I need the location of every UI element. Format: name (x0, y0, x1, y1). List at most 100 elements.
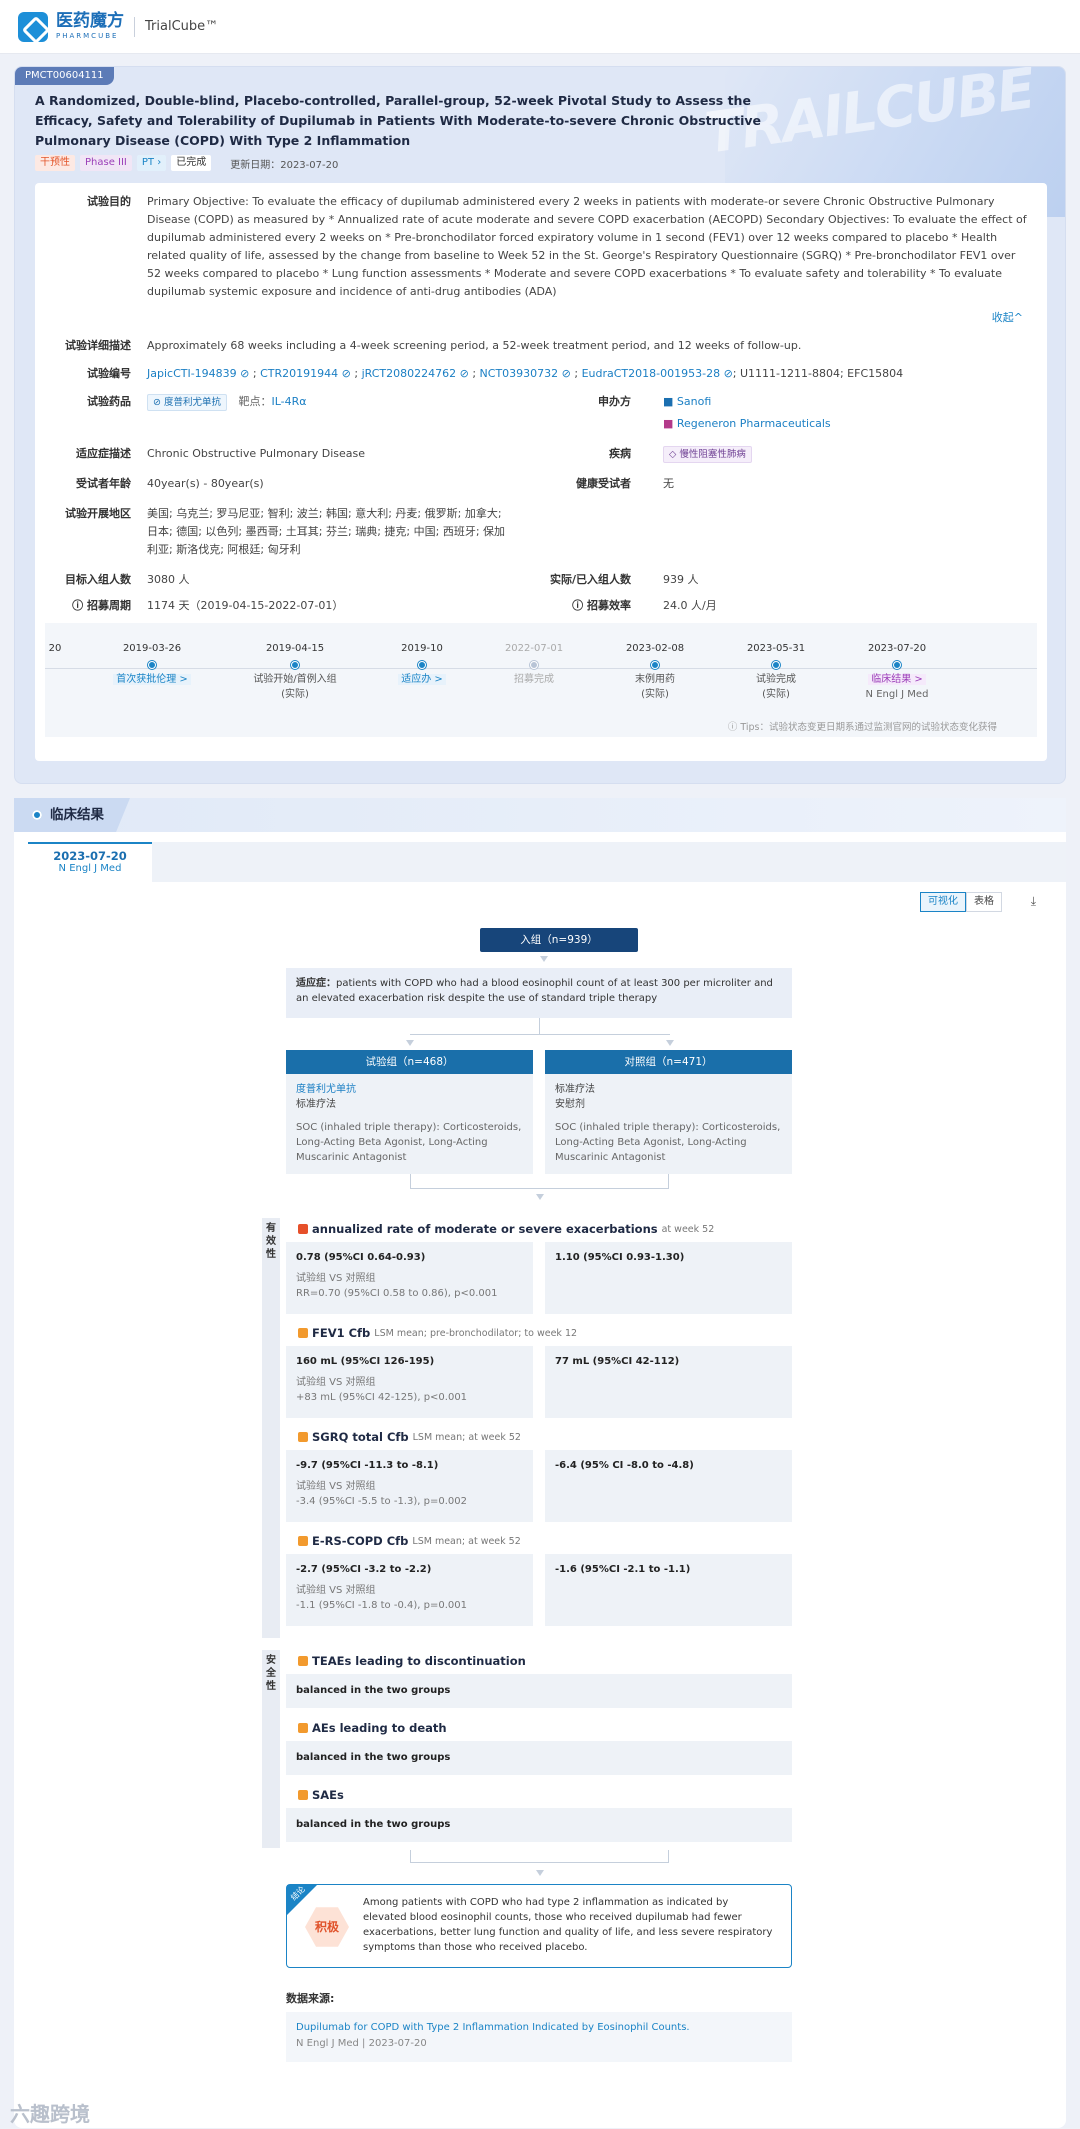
outcome-header: SGRQ total Cfb LSM mean; at week 52 (298, 1430, 521, 1444)
safety-name: TEAEs leading to discontinuation (312, 1654, 526, 1668)
efficacy-label: 有效性 (262, 1218, 280, 1638)
timeline-label: 末例用药 (635, 674, 675, 685)
outcome-icon (298, 1536, 308, 1546)
timeline-indication-link[interactable]: 适应办 > (398, 674, 446, 685)
timeline-event: 2019-10 适应办 > (362, 641, 482, 687)
tab-date: 2023-07-20 (53, 849, 127, 863)
disease-name: 慢性阻塞性肺病 (679, 449, 746, 460)
timeline-event: 2023-07-20 临床结果 > N Engl J Med (837, 641, 957, 702)
healthy-label: 健康受试者 (576, 477, 631, 490)
outcome-value: -6.4 (95% CI -8.0 to -4.8) (555, 1460, 694, 1471)
arm-body-control: 标准疗法 安慰剂 SOC (inhaled triple therapy): C… (545, 1074, 792, 1174)
company-icon: ■ (663, 395, 677, 408)
outcome-note: LSM mean; at week 52 (412, 1431, 521, 1443)
arm-body-treatment: 度普利尤单抗 标准疗法 SOC (inhaled triple therapy)… (286, 1074, 533, 1174)
collapse-button[interactable]: 收起^ (992, 309, 1023, 325)
safety-header: AEs leading to death (298, 1721, 447, 1735)
tag-pt[interactable]: PT › (136, 155, 167, 171)
positive-badge-icon: 积极 (305, 1907, 349, 1947)
trial-timeline: 20 2019-03-26 首次获批伦理 > 2019-04-15 试验开始/首… (45, 623, 1037, 737)
outcome-cell-treatment: 0.78 (95%CI 0.64-0.93) 试验组 VS 对照组 RR=0.70 … (286, 1242, 533, 1314)
drug-value: ⊘ 度普利尤单抗 靶点：IL-4Rα (147, 393, 307, 411)
outcome-icon (298, 1224, 308, 1234)
actual-enroll-value: 939 人 (663, 573, 699, 586)
help-icon[interactable]: ⓘ (572, 599, 587, 612)
id-link-japic[interactable]: JapicCTI-194839 (147, 367, 237, 380)
view-visual-button[interactable]: 可视化 (920, 892, 966, 912)
timeline-event: 2019-03-26 首次获批伦理 > (92, 641, 212, 687)
link-icon: ⊘ (236, 367, 250, 380)
help-icon[interactable]: ⓘ (72, 599, 87, 612)
sponsor-sanofi[interactable]: Sanofi (677, 395, 711, 408)
age-value: 40year(s) - 80year(s) (147, 477, 264, 490)
clinical-results-section: 临床结果 2023-07-20 N Engl J Med 可视化 表格 ⤓ 入组… (14, 798, 1066, 2128)
timeline-ethics-link[interactable]: 首次获批伦理 > (113, 674, 191, 685)
section-icon (32, 810, 42, 820)
id-link-ctr[interactable]: CTR20191944 (260, 367, 338, 380)
drug-pill[interactable]: ⊘ 度普利尤单抗 (147, 394, 227, 411)
updated-date: 更新日期：2023-07-20 (230, 156, 338, 171)
results-tabbar: 2023-07-20 N Engl J Med (28, 842, 1066, 882)
outcome-header: FEV1 Cfb LSM mean; pre-bronchodilator; to… (298, 1326, 577, 1340)
outcome-stat: RR=0.70 (95%CI 0.58 to 0.86), p<0.001 (296, 1288, 498, 1299)
disease-pill[interactable]: ◇ 慢性阻塞性肺病 (663, 446, 752, 463)
conclusion-text: Among patients with COPD who had type 2 … (363, 1897, 773, 1953)
sponsor-regeneron[interactable]: Regeneron Pharmaceuticals (677, 417, 831, 430)
outcome-stat: +83 mL (95%CI 42-125), p<0.001 (296, 1392, 468, 1403)
outcome-cell-control: -6.4 (95% CI -8.0 to -4.8) (545, 1450, 792, 1522)
pharmcube-logo-icon[interactable] (18, 11, 48, 42)
brand-logo[interactable]: 医药魔方 PHARMCUBE (56, 13, 124, 40)
timeline-label: 试验开始/首例入组 (253, 674, 337, 685)
efficiency-value: 24.0 人/月 (663, 599, 717, 612)
arm-std: 标准疗法 (296, 1099, 336, 1110)
indication-box: 适应症：patients with COPD who had a blood e… (286, 968, 792, 1018)
tab-result-2023-07-20[interactable]: 2023-07-20 N Engl J Med (28, 842, 152, 882)
download-icon[interactable]: ⤓ (1031, 894, 1036, 909)
arm-header-treatment: 试验组（n=468） (286, 1050, 533, 1074)
outcome-value: -9.7 (95%CI -11.3 to -8.1) (296, 1460, 439, 1471)
id-link-jrct[interactable]: jRCT2080224762 (362, 367, 457, 380)
outcome-value: 1.10 (95%CI 0.93-1.30) (555, 1252, 685, 1263)
timeline-results-link[interactable]: 临床结果 > (868, 674, 926, 685)
timeline-date: 2023-05-31 (746, 643, 806, 654)
timeline-dot (148, 661, 156, 669)
section-title-text: 临床结果 (50, 807, 104, 823)
actual-enroll-label: 实际/已入组人数 (549, 573, 631, 586)
id-link-eudract[interactable]: EudraCT2018-001953-28 (582, 367, 721, 380)
outcome-value: 77 mL (95%CI 42-112) (555, 1356, 680, 1367)
timeline-event: 2023-05-31 试验完成 (实际) (716, 641, 836, 702)
tag-intervention: 干预性 (35, 155, 75, 171)
healthy-value: 无 (663, 477, 674, 490)
source-title-link[interactable]: Dupilumab for COPD with Type 2 Inflammat… (296, 2020, 782, 2036)
purpose-label: 试验目的 (87, 195, 131, 208)
timeline-dot (418, 661, 426, 669)
outcome-note: at week 52 (661, 1223, 715, 1235)
outcome-icon (298, 1656, 308, 1666)
timeline-dot (651, 661, 659, 669)
outcome-value: -1.6 (95%CI -2.1 to -1.1) (555, 1564, 691, 1575)
outcome-vs: 试验组 VS 对照组 (296, 1377, 376, 1388)
trial-details-panel: 试验目的 Primary Objective: To evaluate the … (35, 183, 1047, 761)
id-link-nct[interactable]: NCT03930732 (480, 367, 559, 380)
trial-id-badge: PMCT00604111 (15, 67, 114, 85)
brand-cn: 医药魔方 (56, 11, 124, 31)
outcome-note: LSM mean; at week 52 (412, 1535, 521, 1547)
efficiency-label: ⓘ 招募效率 (515, 597, 631, 613)
top-bar: 医药魔方 PHARMCUBE TrialCube™ (0, 0, 1080, 54)
indication-label: 适应症描述 (76, 447, 131, 460)
outcome-cell-control: 1.10 (95%CI 0.93-1.30) (545, 1242, 792, 1314)
detail-label: 试验详细描述 (65, 339, 131, 352)
source-label: 数据来源: (286, 1992, 335, 2005)
target-link[interactable]: IL-4Rα (272, 395, 307, 408)
view-table-button[interactable]: 表格 (966, 892, 1002, 912)
indication-box-label: 适应症： (296, 978, 336, 989)
arm-drug-link[interactable]: 度普利尤单抗 (296, 1082, 523, 1097)
outcome-name: SGRQ total Cfb (312, 1430, 409, 1444)
timeline-event: 2023-02-08 末例用药 (实际) (595, 641, 715, 702)
safety-name: AEs leading to death (312, 1721, 447, 1735)
conclusion-box: 结论 积极 Among patients with COPD who had t… (286, 1884, 792, 1968)
tag-phase: Phase III (80, 155, 132, 171)
timeline-date: 2019-04-15 (265, 643, 325, 654)
outcome-icon (298, 1328, 308, 1338)
trial-card: TRAILCUBE PMCT00604111 A Randomized, Dou… (14, 66, 1066, 784)
